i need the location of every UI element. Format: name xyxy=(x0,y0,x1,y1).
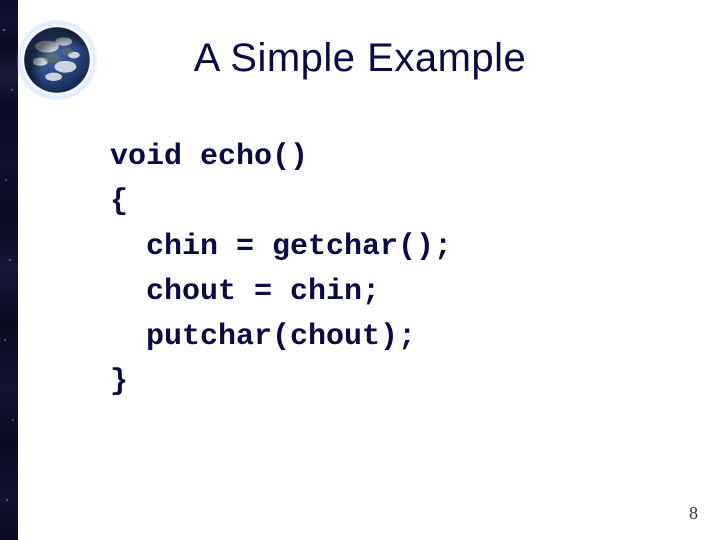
code-line: chin = getchar(); xyxy=(110,230,452,264)
code-line: void echo() xyxy=(110,140,308,174)
code-line: } xyxy=(110,365,128,399)
code-line: chout = chin; xyxy=(110,275,380,309)
code-block: void echo() { chin = getchar(); chout = … xyxy=(110,135,452,405)
slide-title: A Simple Example xyxy=(0,36,720,81)
page-number: 8 xyxy=(689,503,698,524)
code-line: { xyxy=(110,185,128,219)
code-line: putchar(chout); xyxy=(110,320,416,354)
slide: A Simple Example void echo() { chin = ge… xyxy=(0,0,720,540)
